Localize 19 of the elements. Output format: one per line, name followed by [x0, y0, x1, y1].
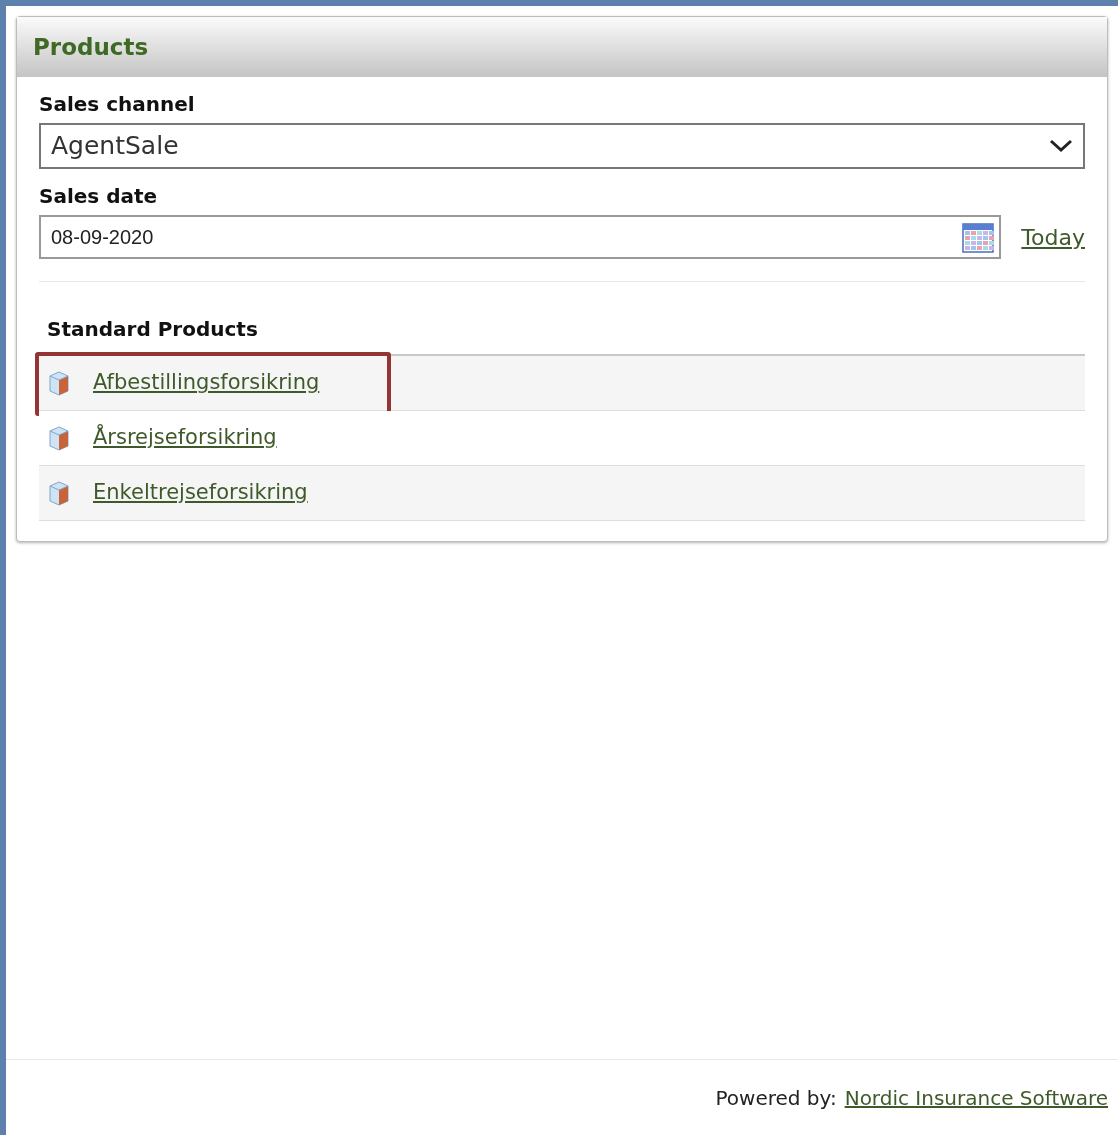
sales-channel-select[interactable]: AgentSale [39, 123, 1085, 169]
product-box-icon [47, 425, 71, 451]
section-heading: Standard Products [47, 316, 259, 342]
field-label: Sales channel [39, 91, 196, 117]
chevron-down-icon [1049, 139, 1073, 153]
product-row[interactable]: Enkeltrejseforsikring [39, 466, 1085, 521]
product-box-icon [47, 370, 71, 396]
vendor-link[interactable]: Nordic Insurance Software [844, 1082, 1108, 1113]
product-link[interactable]: Afbestillingsforsikring [93, 367, 320, 399]
sales-date-field[interactable]: 08-09-2020 [39, 215, 1002, 259]
calendar-icon[interactable] [961, 221, 996, 253]
product-link[interactable]: Enkeltrejseforsikring [93, 477, 308, 509]
product-box-icon [47, 480, 71, 506]
product-row[interactable]: Årsrejseforsikring [39, 411, 1085, 466]
product-link[interactable]: Årsrejseforsikring [93, 422, 277, 454]
field-label: Sales date [39, 183, 159, 209]
panel-title: Products [33, 32, 149, 62]
today-link[interactable]: Today [1021, 220, 1085, 254]
powered-by-label: Powered by: [715, 1084, 837, 1112]
